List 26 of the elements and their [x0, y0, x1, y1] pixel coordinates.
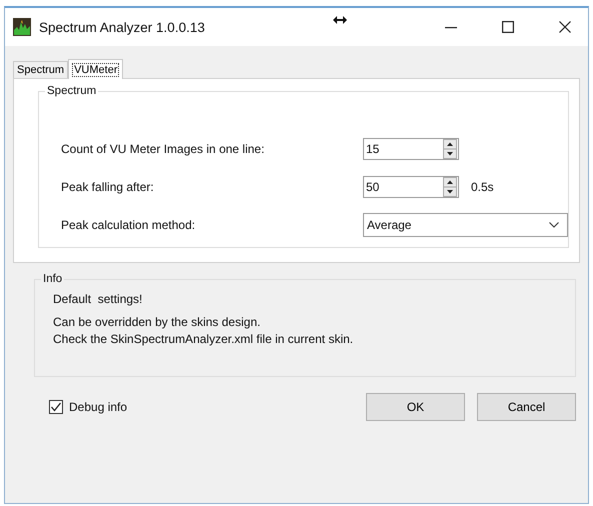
info-text: Check the SkinSpectrumAnalyzer.xml file in current skin. [53, 331, 354, 348]
info-text: Can be overridden by the skins design. [53, 314, 262, 331]
spin-box[interactable]: 15 [363, 138, 459, 160]
close-icon[interactable] [559, 21, 571, 33]
spin-box[interactable]: 50 [363, 176, 459, 198]
checkbox-icon[interactable] [49, 400, 63, 414]
tab[interactable]: VUMeter [68, 59, 124, 79]
dialog-button[interactable]: OK [366, 393, 465, 421]
info-text: Default settings! [53, 291, 144, 308]
dialog-button[interactable]: Cancel [477, 393, 576, 421]
chevron-icon [549, 222, 559, 228]
field-label: Peak calculation method: [61, 218, 196, 232]
debug-checkbox[interactable]: Debug info [49, 400, 128, 414]
group-title: Spectrum [46, 85, 98, 97]
resize-cursor-icon [332, 16, 347, 24]
spectrum-icon [13, 18, 31, 36]
spin-arrows-icon[interactable] [443, 139, 457, 159]
field-label: Peak falling after: [61, 180, 155, 194]
spin-arrows-icon[interactable] [443, 177, 457, 197]
window-title: Spectrum Analyzer 1.0.0.13 [39, 20, 205, 34]
unit-label: 0.5s [471, 180, 494, 194]
group-title: Info [42, 273, 64, 285]
maximize-icon[interactable] [502, 21, 514, 33]
field-label: Count of VU Meter Images in one line: [61, 142, 266, 156]
dropdown[interactable]: Average [363, 213, 568, 237]
tab[interactable]: Spectrum [13, 61, 68, 78]
